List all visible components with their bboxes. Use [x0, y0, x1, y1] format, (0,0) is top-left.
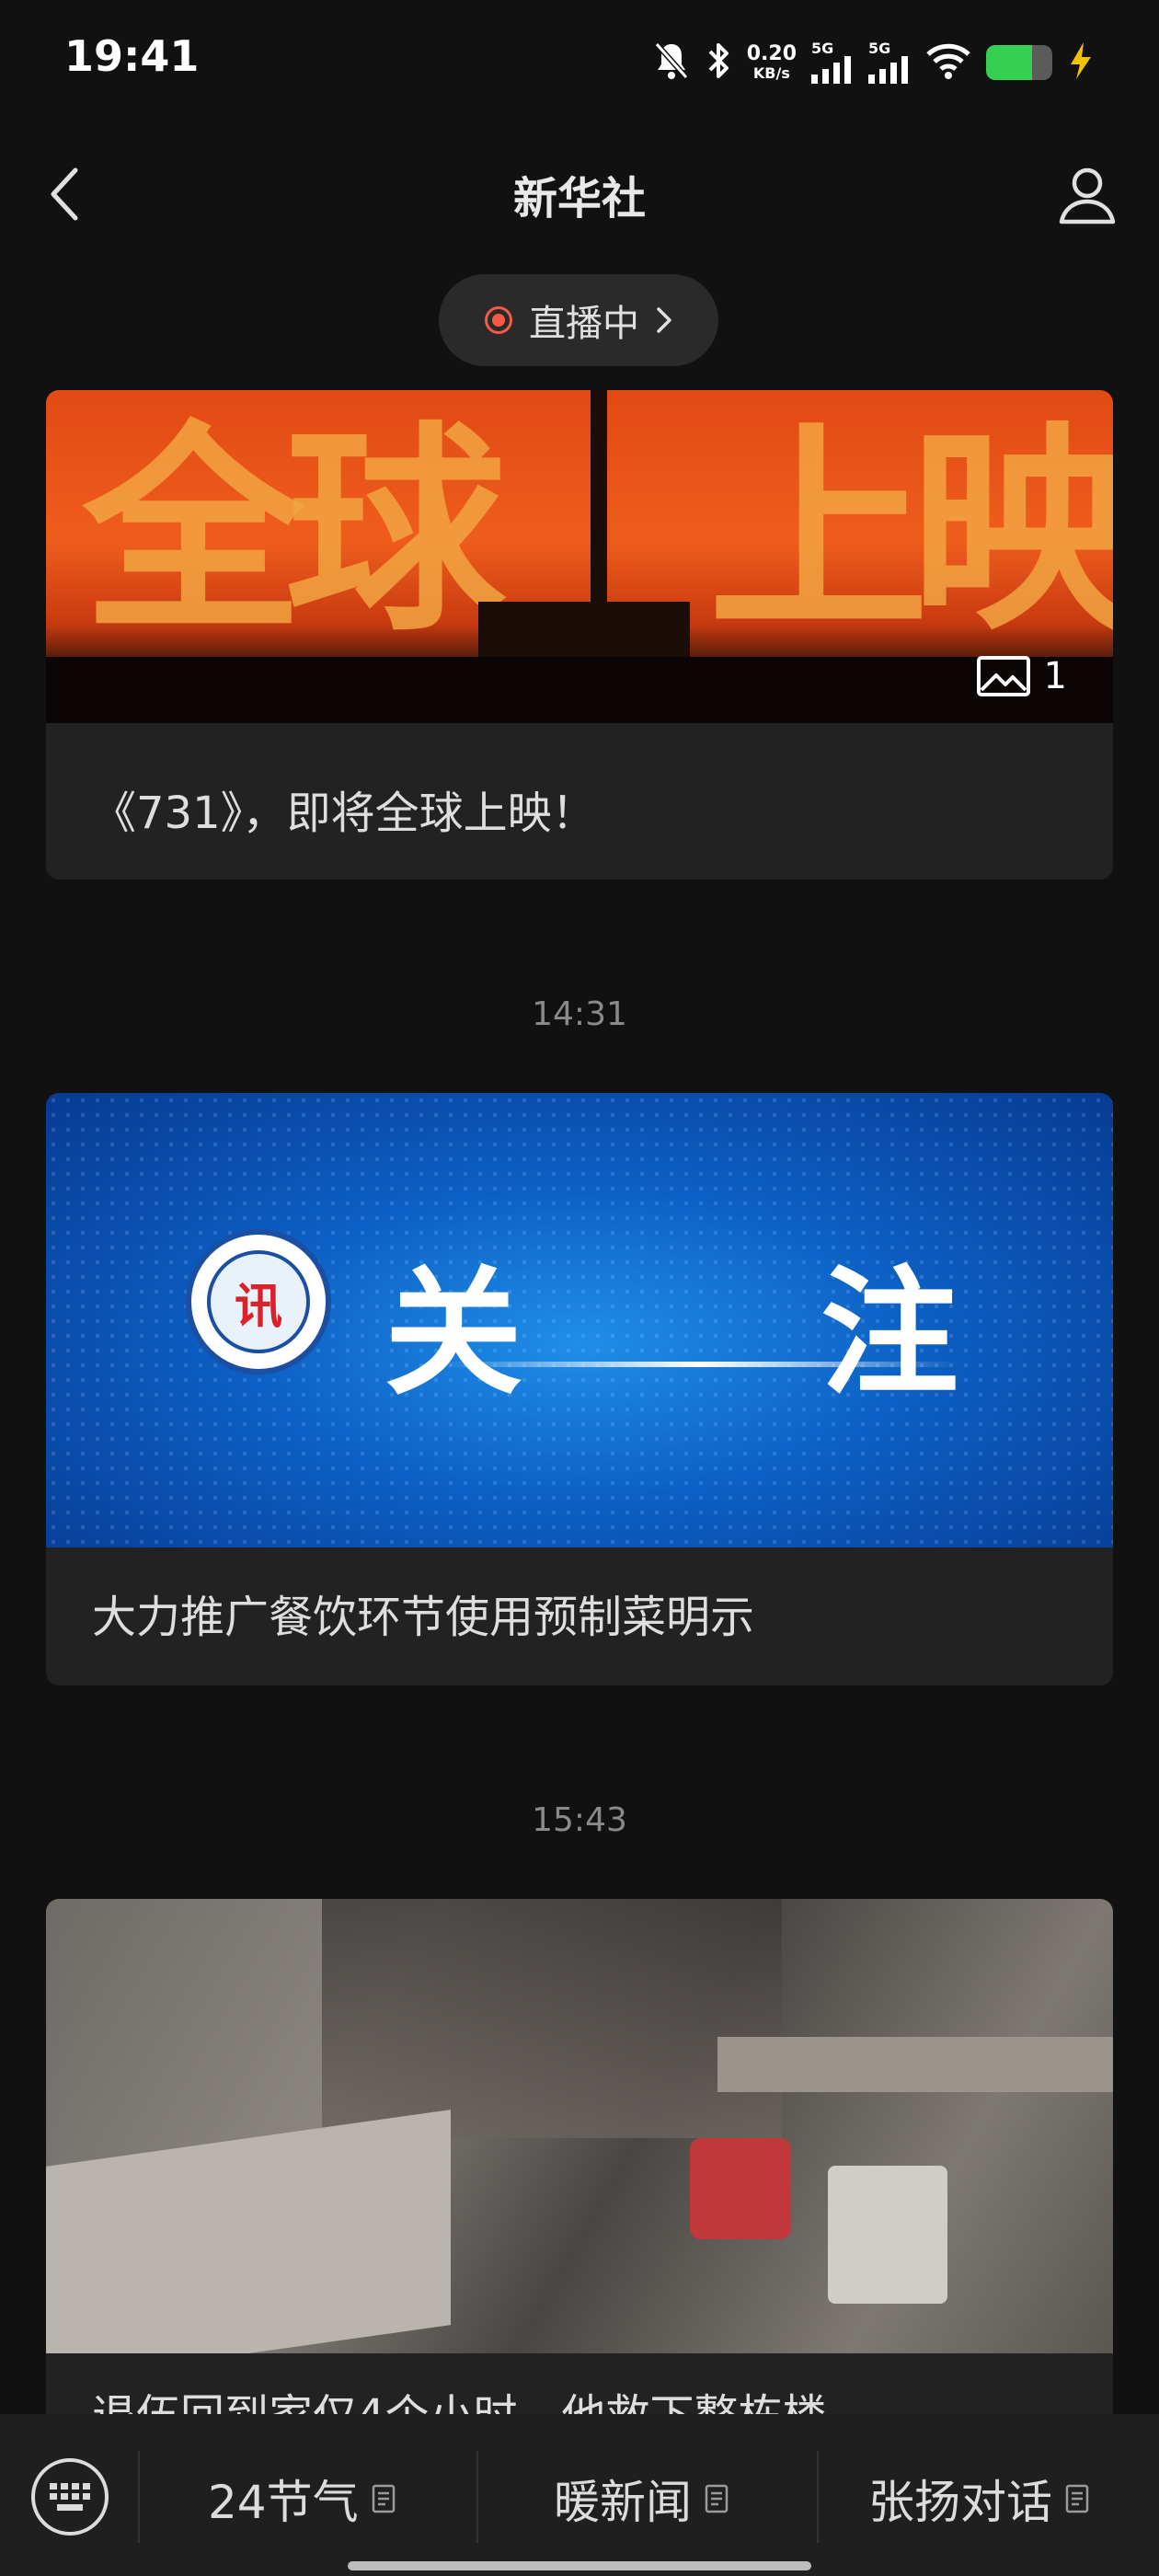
mute-bell-icon [653, 40, 690, 85]
status-time: 19:41 [64, 31, 200, 81]
person-icon [1059, 167, 1116, 224]
poster-char: 球 [285, 401, 507, 661]
poster-factory [478, 602, 690, 657]
status-bar: 19:41 0.20 KB/s 5G 5G [0, 0, 1159, 120]
net-speed-value: 0.20 [746, 42, 797, 65]
news-caption: 大力推广餐饮环节使用预制菜明示 [92, 1592, 755, 1643]
news-caption: 《731》，即将全球上映！ [92, 788, 596, 839]
menu-item-label: 张扬对话 [868, 2476, 1052, 2529]
charging-icon [1067, 40, 1095, 85]
keyboard-button[interactable] [31, 2458, 109, 2536]
menu-item-label: 暖新闻 [554, 2476, 692, 2529]
menu-item-label: 24节气 [208, 2476, 359, 2529]
news-image: 讯 关 注 [46, 1093, 1113, 1547]
menu-item-24-solar-terms[interactable]: 24节气 [208, 2466, 396, 2532]
bluetooth-icon [705, 40, 732, 85]
image-icon [976, 656, 1030, 696]
net-speed: 0.20 KB/s [747, 44, 797, 81]
image-count-badge: 1 [976, 655, 1067, 697]
news-card[interactable]: 讯 关 注 大力推广餐饮环节使用预制菜明示 [46, 1093, 1113, 1685]
menu-doc-icon [1065, 2484, 1089, 2513]
battery-icon [986, 45, 1052, 80]
xinhua-logo-mark: 讯 [234, 1278, 282, 1335]
bottom-menu-bar: 24节气 暖新闻 张扬对话 [0, 2414, 1159, 2576]
news-image: 全 球 上 映 1 [46, 390, 1113, 723]
chevron-right-icon [657, 307, 671, 333]
menu-doc-icon [705, 2484, 729, 2513]
menu-divider [138, 2451, 140, 2543]
net-speed-unit: KB/s [752, 64, 790, 82]
menu-doc-icon [372, 2484, 395, 2513]
poster-char: 映 [911, 401, 1113, 661]
menu-item-zhangyang-dialogue[interactable]: 张扬对话 [868, 2466, 1089, 2532]
poster-char: 全 [83, 401, 304, 661]
news-feed[interactable]: 全 球 上 映 1 《731》，即将全球上映！ 14:31 讯 关 注 大力推广… [0, 390, 1159, 2414]
menu-item-warm-news[interactable]: 暖新闻 [554, 2466, 729, 2532]
home-indicator[interactable] [348, 2561, 811, 2570]
profile-button[interactable] [1052, 160, 1122, 230]
news-caption: 退伍回到家仅4个小时，他救下整栋楼…… [92, 2379, 915, 2414]
live-label: 直播中 [529, 303, 639, 345]
news-card[interactable]: 全 球 上 映 1 《731》，即将全球上映！ [46, 390, 1113, 880]
banner-word: 关 [384, 1254, 523, 1414]
wifi-icon [925, 42, 971, 83]
banner-word: 注 [820, 1254, 959, 1414]
image-count: 1 [1043, 655, 1067, 697]
record-dot-icon [485, 306, 512, 334]
banner-light-line [442, 1362, 957, 1367]
signal-icon [811, 56, 851, 84]
sim2-label: 5G [868, 40, 891, 57]
poster-ground [46, 657, 1113, 723]
sim1-signal: 5G [811, 41, 854, 84]
live-button[interactable]: 直播中 [439, 274, 718, 366]
menu-divider [817, 2451, 819, 2543]
timestamp: 15:43 [532, 1801, 627, 1839]
battery-fill [986, 45, 1033, 80]
status-icons: 0.20 KB/s 5G 5G [653, 37, 1095, 88]
keyboard-icon [50, 2483, 90, 2511]
news-image [46, 1899, 1113, 2353]
sim1-label: 5G [811, 40, 834, 57]
sim2-signal: 5G [868, 41, 911, 84]
news-card[interactable]: 退伍回到家仅4个小时，他救下整栋楼…… [46, 1899, 1113, 2414]
page-title: 新华社 [512, 173, 646, 224]
nav-bar: 新华社 [0, 120, 1159, 267]
xinhua-logo: 讯 [186, 1229, 331, 1374]
poster-char: 上 [708, 401, 930, 661]
menu-divider [476, 2451, 478, 2543]
timestamp: 14:31 [532, 995, 627, 1033]
signal-icon [868, 56, 908, 84]
